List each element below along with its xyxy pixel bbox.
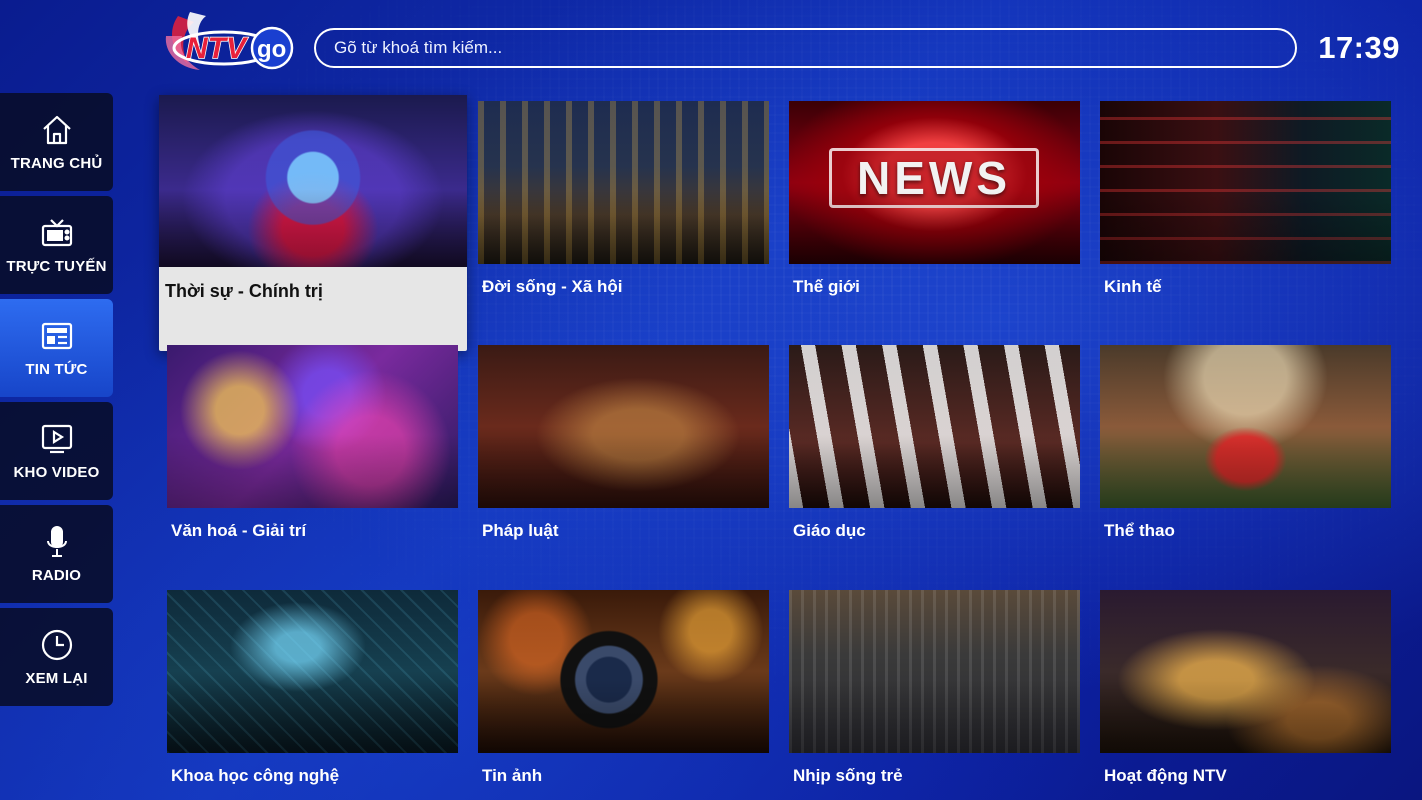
sidebar-item-label: TIN TỨC	[25, 360, 88, 378]
sidebar-item-radio[interactable]: RADIO	[0, 505, 113, 603]
category-title: Giáo dục	[793, 521, 866, 540]
sidebar-item-label: TRỰC TUYẾN	[6, 257, 107, 275]
news-thumb-text: NEWS	[829, 148, 1039, 208]
logo-text: NTV	[186, 32, 249, 65]
category-tile-ntv-activities[interactable]: Hoạt động NTV	[1100, 590, 1391, 786]
video-library-icon	[40, 422, 74, 456]
tv-icon	[40, 216, 74, 250]
category-tile-sports[interactable]: Thể thao	[1100, 345, 1391, 541]
category-tile-culture[interactable]: Văn hoá - Giải trí	[167, 345, 458, 541]
sidebar-item-label: RADIO	[31, 566, 82, 584]
category-title: Thời sự - Chính trị	[165, 281, 323, 301]
category-thumbnail	[1100, 590, 1391, 753]
category-thumbnail	[1100, 101, 1391, 264]
category-tile-technology[interactable]: Khoa học công nghệ	[167, 590, 458, 786]
category-tile-economy[interactable]: Kinh tế	[1100, 101, 1391, 297]
category-title: Hoạt động NTV	[1104, 766, 1227, 785]
sidebar-item-label: KHO VIDEO	[13, 463, 100, 481]
sidebar-item-home[interactable]: TRANG CHỦ	[0, 93, 113, 191]
category-title: Khoa học công nghệ	[171, 766, 340, 785]
category-tile-photo-news[interactable]: Tin ảnh	[478, 590, 769, 786]
category-title: Tin ảnh	[482, 766, 543, 785]
category-title: Thế giới	[793, 277, 860, 296]
category-thumbnail	[159, 95, 467, 267]
category-thumbnail	[167, 590, 458, 753]
category-title: Kinh tế	[1104, 277, 1162, 296]
sidebar-item-news[interactable]: TIN TỨC	[0, 299, 113, 397]
sidebar-item-label: XEM LẠI	[25, 669, 88, 687]
category-tile-world[interactable]: NEWS Thế giới	[789, 101, 1080, 297]
clock-icon	[40, 628, 74, 662]
sidebar-item-live[interactable]: TRỰC TUYẾN	[0, 196, 113, 294]
category-title: Thể thao	[1104, 521, 1175, 540]
sidebar-nav: TRANG CHỦ TRỰC TUYẾN TIN TỨC KHO VIDEO R…	[0, 93, 113, 711]
category-thumbnail	[1100, 345, 1391, 508]
category-thumbnail	[478, 590, 769, 753]
category-tile-society[interactable]: Đời sống - Xã hội	[478, 101, 769, 297]
category-title: Nhịp sống trẻ	[793, 766, 903, 785]
ntv-go-logo[interactable]: NTV go	[160, 8, 296, 80]
logo-suffix: go	[257, 36, 286, 63]
search-placeholder: Gõ từ khoá tìm kiếm...	[334, 38, 503, 57]
search-input[interactable]: Gõ từ khoá tìm kiếm...	[314, 28, 1297, 68]
category-thumbnail	[789, 345, 1080, 508]
sidebar-item-video[interactable]: KHO VIDEO	[0, 402, 113, 500]
category-thumbnail: NEWS	[789, 101, 1080, 264]
category-tile-politics[interactable]: Thời sự - Chính trị	[159, 95, 467, 351]
category-thumbnail	[167, 345, 458, 508]
category-tile-law[interactable]: Pháp luật	[478, 345, 769, 541]
clock: 17:39	[1318, 30, 1400, 65]
category-thumbnail	[478, 345, 769, 508]
category-title: Đời sống - Xã hội	[482, 277, 623, 296]
category-title: Pháp luật	[482, 521, 559, 540]
sidebar-item-label: TRANG CHỦ	[10, 154, 103, 172]
microphone-icon	[40, 525, 74, 559]
category-tile-youth[interactable]: Nhịp sống trẻ	[789, 590, 1080, 786]
category-title: Văn hoá - Giải trí	[171, 521, 307, 540]
sidebar-item-replay[interactable]: XEM LẠI	[0, 608, 113, 706]
newspaper-icon	[40, 319, 74, 353]
category-tile-education[interactable]: Giáo dục	[789, 345, 1080, 541]
home-icon	[40, 113, 74, 147]
category-thumbnail	[789, 590, 1080, 753]
category-thumbnail	[478, 101, 769, 264]
